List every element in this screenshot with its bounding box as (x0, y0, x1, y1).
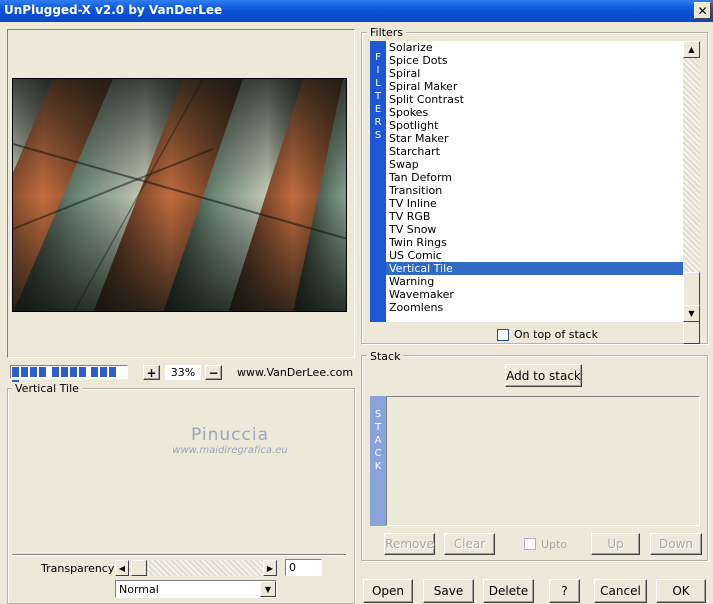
clear-button[interactable]: Clear (444, 533, 495, 555)
preview-image[interactable] (12, 78, 347, 312)
filters-scrollbar[interactable]: ▲ ▼ (683, 41, 700, 344)
zoom-in-button[interactable]: + (143, 365, 160, 380)
blend-mode-select[interactable]: Normal ▼ (115, 580, 277, 598)
list-item[interactable]: Starchart (386, 145, 683, 158)
transparency-input[interactable]: 0 (285, 559, 322, 576)
settings-group-label: Vertical Tile (12, 382, 82, 395)
list-item[interactable]: Spokes (386, 106, 683, 119)
close-icon: ✕ (697, 3, 708, 18)
watermark-url: www.maidiregrafica.eu (172, 445, 288, 456)
upto-checkbox[interactable] (524, 538, 536, 550)
list-item[interactable]: Twin Rings (386, 236, 683, 249)
transparency-slider[interactable]: ◀ ▶ (115, 560, 277, 576)
blend-mode-value: Normal (119, 583, 159, 596)
list-item[interactable]: Spotlight (386, 119, 683, 132)
watermark-title: Pinuccia (191, 425, 269, 445)
upto-label: Upto (541, 538, 568, 551)
chevron-down-icon[interactable]: ▼ (260, 581, 276, 597)
list-item[interactable]: Zoomlens (386, 301, 683, 314)
window-title: UnPlugged-X v2.0 by VanDerLee (4, 3, 223, 17)
list-item[interactable]: Spice Dots (386, 54, 683, 67)
save-button[interactable]: Save (423, 579, 474, 603)
list-item[interactable]: TV RGB (386, 210, 683, 223)
add-to-stack-button[interactable]: Add to stack (505, 364, 582, 387)
filters-side-strip: FI LT ER S (370, 41, 386, 322)
open-button[interactable]: Open (363, 579, 413, 603)
stack-list[interactable] (386, 396, 700, 526)
slider-left-icon[interactable]: ◀ (115, 560, 129, 576)
ok-button[interactable]: OK (656, 579, 706, 603)
list-item[interactable]: US Comic (386, 249, 683, 262)
list-item[interactable]: TV Snow (386, 223, 683, 236)
list-item[interactable]: Tan Deform (386, 171, 683, 184)
remove-button[interactable]: Remove (384, 533, 435, 555)
list-item[interactable]: Spiral (386, 67, 683, 80)
preview-art (13, 79, 346, 311)
progress-bar (10, 365, 128, 390)
list-item[interactable]: Spiral Maker (386, 80, 683, 93)
close-button[interactable]: ✕ (694, 2, 711, 19)
scroll-down-icon[interactable]: ▼ (683, 305, 700, 322)
on-top-checkbox[interactable] (497, 329, 509, 341)
stack-group-label: Stack (367, 350, 404, 363)
scroll-up-icon[interactable]: ▲ (683, 41, 700, 58)
up-button[interactable]: Up (591, 533, 640, 555)
list-item[interactable]: Star Maker (386, 132, 683, 145)
zoom-out-button[interactable]: − (205, 365, 222, 380)
list-item[interactable]: Split Contrast (386, 93, 683, 106)
transparency-label: Transparency (41, 562, 115, 575)
help-button[interactable]: ? (549, 579, 580, 603)
filters-group-label: Filters (367, 26, 406, 39)
zoom-value: 33% (165, 365, 201, 380)
stack-side-strip: ST AC K (370, 396, 386, 526)
list-item-selected[interactable]: Vertical Tile (386, 262, 683, 275)
down-button[interactable]: Down (650, 533, 702, 555)
list-item[interactable]: Solarize (386, 41, 683, 54)
list-item[interactable]: Transition (386, 184, 683, 197)
filters-list[interactable]: Solarize Spice Dots Spiral Spiral Maker … (386, 41, 683, 322)
website-link[interactable]: www.VanDerLee.com (237, 366, 353, 379)
list-item[interactable]: TV Inline (386, 197, 683, 210)
list-item[interactable]: Warning (386, 275, 683, 288)
list-item[interactable]: Wavemaker (386, 288, 683, 301)
divider (12, 554, 346, 556)
slider-thumb[interactable] (131, 560, 147, 576)
cancel-button[interactable]: Cancel (594, 579, 647, 603)
watermark: Pinuccia www.maidiregrafica.eu (100, 425, 360, 456)
slider-right-icon[interactable]: ▶ (263, 560, 277, 576)
delete-button[interactable]: Delete (483, 579, 534, 603)
list-item[interactable]: Swap (386, 158, 683, 171)
on-top-label: On top of stack (514, 328, 598, 341)
